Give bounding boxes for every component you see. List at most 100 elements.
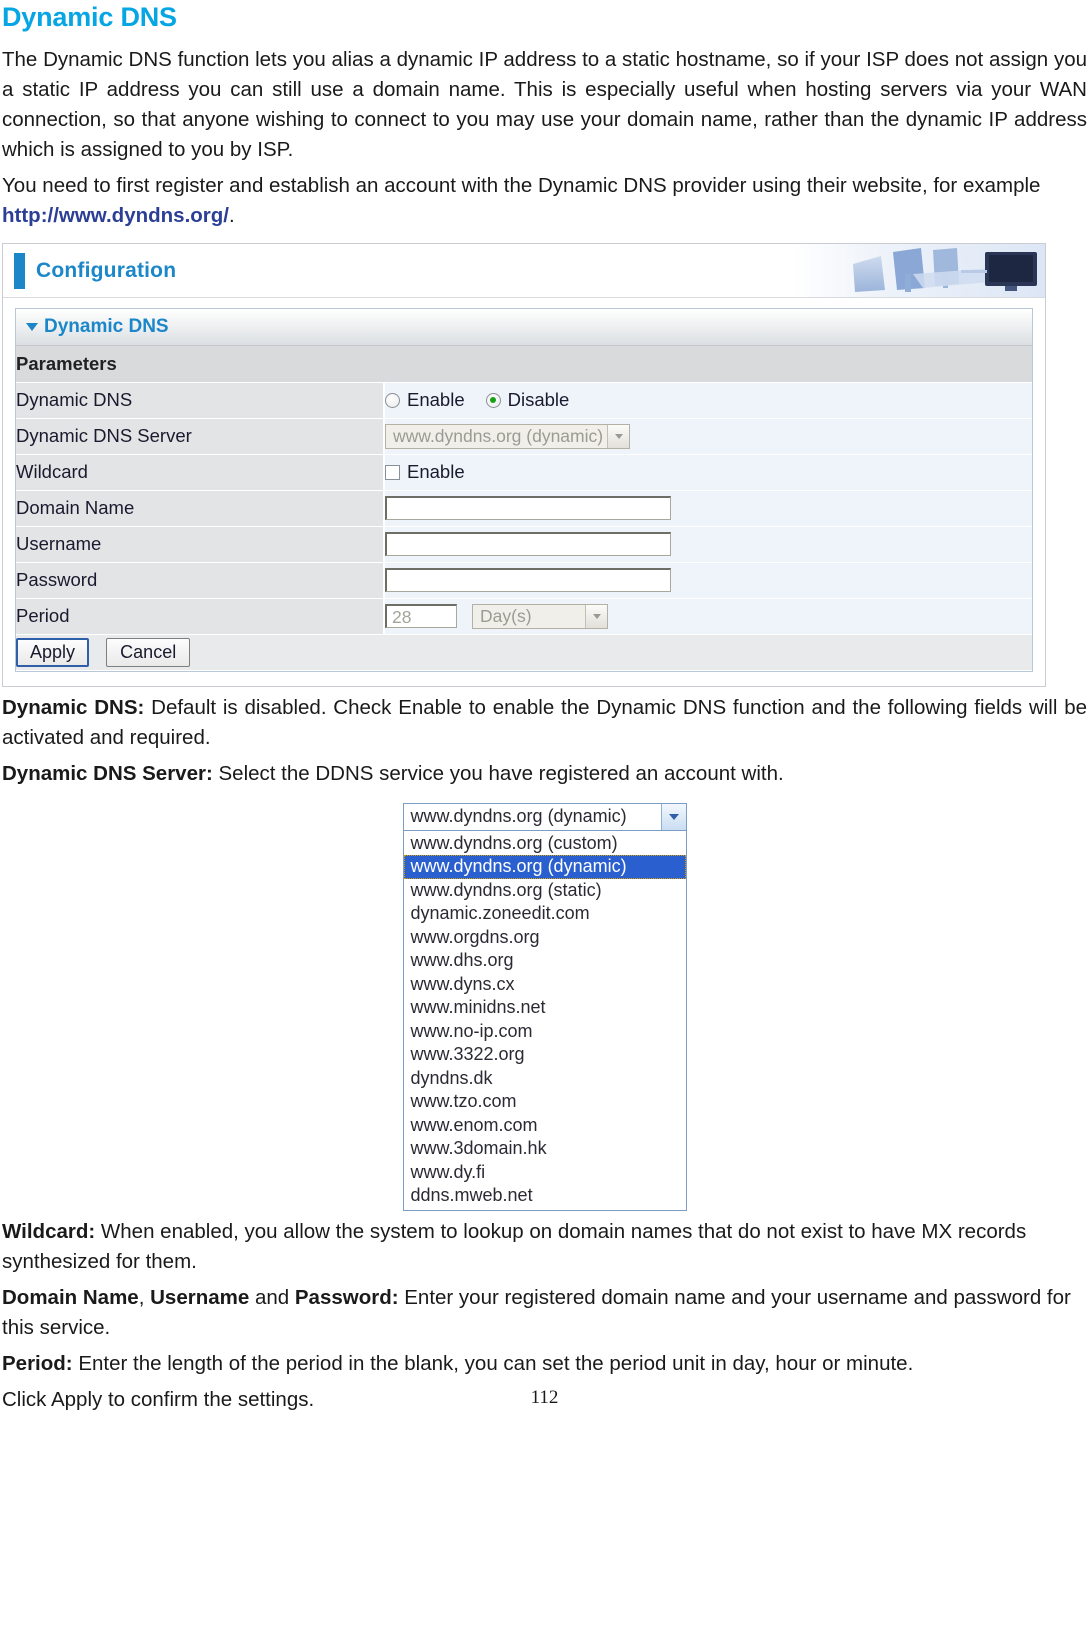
dynamic-dns-label: Dynamic DNS (16, 382, 385, 419)
period-input[interactable]: 28 (385, 604, 457, 628)
apply-button[interactable]: Apply (16, 637, 90, 667)
page-number: 112 (530, 1386, 559, 1408)
dynamic-dns-value-cell: Enable Disable (384, 382, 1032, 419)
table-row-period: Period 28 Day(s) (16, 598, 1032, 635)
description-credentials-sep-b: and (249, 1285, 295, 1309)
period-controls: 28 Day(s) (385, 603, 1032, 629)
parameters-table: Parameters Dynamic DNS Enable Disable Dy… (16, 346, 1032, 671)
username-input[interactable] (385, 532, 671, 556)
radio-enable[interactable] (385, 392, 400, 408)
dynamic-dns-server-value-cell: www.dyndns.org (dynamic) (384, 418, 1032, 455)
chevron-down-icon[interactable] (607, 424, 630, 448)
dropdown-option[interactable]: www.minidns.net (404, 996, 686, 1020)
username-value-cell (384, 526, 1032, 563)
document-page: Dynamic DNS The Dynamic DNS function let… (0, 0, 1089, 1415)
panel-title-label: Dynamic DNS (44, 316, 169, 337)
table-row-section-header: Parameters (16, 346, 1032, 383)
period-unit-value: Day(s) (480, 605, 532, 626)
intro-paragraph-1: The Dynamic DNS function lets you alias … (2, 48, 1087, 161)
dropdown-option[interactable]: www.orgdns.org (404, 926, 686, 950)
dropdown-closed-control[interactable]: www.dyndns.org (dynamic) (402, 802, 687, 831)
intro-paragraph-2-prefix: You need to first register and establish… (2, 174, 1041, 197)
description-period-term: Period: (2, 1351, 73, 1375)
radio-disable-label: Disable (507, 389, 570, 410)
dynamic-dns-panel: Dynamic DNS Parameters Dynamic DNS Enabl… (15, 308, 1033, 672)
description-credentials-term-c: Password: (294, 1285, 399, 1309)
domain-name-label: Domain Name (16, 490, 385, 527)
dropdown-option[interactable]: www.dyns.cx (404, 973, 686, 997)
intro-paragraph-2: You need to first register and establish… (2, 171, 1087, 231)
table-row-password: Password (16, 562, 1032, 599)
wildcard-value-cell: Enable (384, 454, 1032, 491)
radio-disable[interactable] (485, 392, 501, 408)
wildcard-checkbox-group[interactable]: Enable (385, 461, 1032, 483)
dropdown-option[interactable]: www.3domain.hk (404, 1137, 686, 1161)
description-credentials-term-a: Domain Name (2, 1285, 139, 1309)
description-credentials: Domain Name, Username and Password: Ente… (2, 1283, 1087, 1343)
wildcard-checkbox[interactable] (385, 464, 400, 480)
dropdown-option[interactable]: www.dyndns.org (custom) (404, 832, 686, 856)
password-input[interactable] (385, 568, 671, 592)
description-dynamic-dns-server: Dynamic DNS Server: Select the DDNS serv… (2, 759, 1087, 789)
dropdown-option[interactable]: dyndns.dk (404, 1067, 686, 1091)
wildcard-label: Wildcard (16, 454, 385, 491)
domain-name-input[interactable] (385, 496, 671, 520)
description-dynamic-dns-text: Default is disabled. Check Enable to ena… (2, 695, 1088, 749)
description-dynamic-dns: Dynamic DNS: Default is disabled. Check … (2, 693, 1087, 753)
dropdown-option[interactable]: ddns.mweb.net (404, 1184, 686, 1208)
dynamic-dns-server-select[interactable]: www.dyndns.org (dynamic) (385, 423, 631, 449)
description-wildcard-term: Wildcard: (2, 1219, 96, 1243)
description-credentials-term-b: Username (150, 1285, 250, 1309)
ddns-server-dropdown-screenshot: www.dyndns.org (dynamic) www.dyndns.org … (402, 802, 687, 1211)
period-unit-select[interactable]: Day(s) (472, 603, 608, 629)
description-wildcard: Wildcard: When enabled, you allow the sy… (2, 1217, 1087, 1277)
dropdown-selected-value: www.dyndns.org (dynamic) (410, 806, 627, 826)
dropdown-option[interactable]: www.3322.org (404, 1043, 686, 1067)
ui-header: Configuration (3, 244, 1045, 298)
router-ui-screenshot: Configuration Dynamic DNS Parameters Dyn… (2, 243, 1046, 687)
panel-title-bar[interactable]: Dynamic DNS (16, 309, 1032, 346)
description-dynamic-dns-term: Dynamic DNS: (2, 695, 145, 719)
table-row-buttons: Apply Cancel (16, 634, 1032, 671)
description-credentials-sep-a: , (138, 1285, 151, 1309)
table-row-dynamic-dns: Dynamic DNS Enable Disable (16, 382, 1032, 419)
dynamic-dns-server-label: Dynamic DNS Server (16, 418, 385, 455)
table-row-dynamic-dns-server: Dynamic DNS Server www.dyndns.org (dynam… (16, 418, 1032, 455)
wildcard-checkbox-label: Enable (407, 461, 465, 482)
description-dynamic-dns-server-term: Dynamic DNS Server: (2, 761, 213, 785)
dyndns-link[interactable]: http://www.dyndns.org/ (2, 204, 229, 227)
password-label: Password (16, 562, 385, 599)
description-period-text: Enter the length of the period in the bl… (72, 1351, 914, 1375)
dropdown-option[interactable]: www.no-ip.com (404, 1020, 686, 1044)
dropdown-option[interactable]: www.dyndns.org (dynamic) (403, 855, 686, 879)
username-label: Username (16, 526, 385, 563)
period-label: Period (16, 598, 385, 635)
chevron-down-icon[interactable] (660, 803, 686, 830)
table-row-username: Username (16, 526, 1032, 563)
dropdown-option[interactable]: www.dhs.org (404, 949, 686, 973)
dropdown-option[interactable]: dynamic.zoneedit.com (404, 902, 686, 926)
ui-header-title: Configuration (36, 258, 177, 282)
dynamic-dns-radio-group[interactable]: Enable Disable (385, 389, 1032, 411)
dropdown-option-list[interactable]: www.dyndns.org (custom) www.dyndns.org (d… (402, 830, 687, 1211)
password-value-cell (384, 562, 1032, 599)
domain-name-value-cell (384, 490, 1032, 527)
collapse-triangle-icon[interactable] (26, 323, 38, 331)
header-accent-bar (14, 252, 25, 289)
office-banner-image (793, 244, 1045, 297)
period-input-value: 28 (392, 607, 412, 627)
section-header-label: Parameters (16, 346, 1032, 383)
dropdown-option[interactable]: www.dyndns.org (static) (404, 879, 686, 903)
button-bar: Apply Cancel (16, 634, 1032, 671)
period-value-cell: 28 Day(s) (384, 598, 1032, 635)
ui-body: Dynamic DNS Parameters Dynamic DNS Enabl… (3, 298, 1045, 686)
dropdown-option[interactable]: www.dy.fi (404, 1161, 686, 1185)
dropdown-option[interactable]: www.tzo.com (404, 1090, 686, 1114)
cancel-button[interactable]: Cancel (106, 637, 191, 667)
dynamic-dns-server-selected-value: www.dyndns.org (dynamic) (393, 425, 604, 446)
description-wildcard-text: When enabled, you allow the system to lo… (2, 1219, 1027, 1273)
intro-paragraph-2-suffix: . (229, 204, 235, 227)
chevron-down-icon[interactable] (585, 604, 607, 628)
dropdown-option[interactable]: www.enom.com (404, 1114, 686, 1138)
table-row-domain-name: Domain Name (16, 490, 1032, 527)
